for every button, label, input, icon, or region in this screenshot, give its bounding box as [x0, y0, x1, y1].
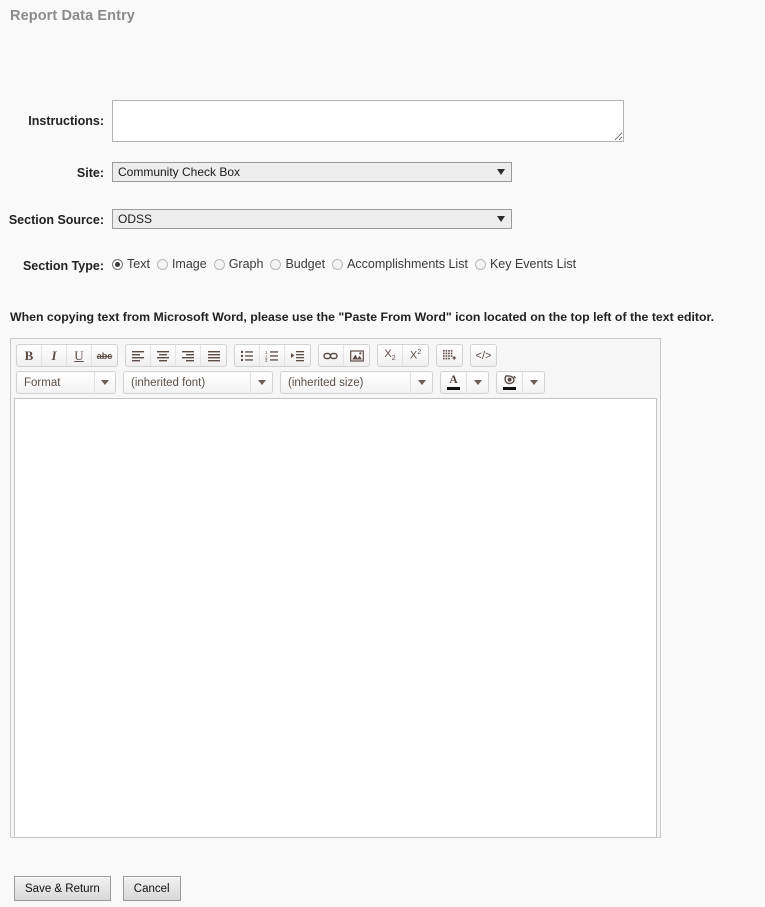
- radio-button-icon[interactable]: [156, 258, 168, 270]
- format-select[interactable]: Format: [16, 371, 116, 394]
- text-color-button[interactable]: A: [440, 371, 489, 394]
- numbered-list-icon[interactable]: 123: [260, 345, 285, 366]
- section-type-option-label: Accomplishments List: [347, 257, 468, 271]
- editor-content-area[interactable]: [14, 398, 657, 838]
- strikethrough-icon[interactable]: abc: [92, 345, 117, 366]
- action-buttons: Save & Return Cancel: [14, 876, 193, 901]
- section-type-option-2[interactable]: Graph: [213, 257, 264, 271]
- align-left-icon[interactable]: [126, 345, 151, 366]
- insert-group: [318, 344, 370, 367]
- editor-toolbar-row-2: Format (inherited font) (inherited size)…: [14, 369, 657, 396]
- chevron-down-icon: [410, 372, 432, 393]
- font-select[interactable]: (inherited font): [123, 371, 273, 394]
- text-style-group: B I U abc: [16, 344, 118, 367]
- image-icon[interactable]: [344, 345, 369, 366]
- report-data-entry-page: Report Data Entry Instructions: Site: Co…: [0, 0, 765, 907]
- section-type-option-label: Image: [171, 257, 207, 271]
- section-source-select[interactable]: ODSS: [112, 209, 512, 229]
- site-select[interactable]: Community Check Box: [112, 162, 512, 182]
- section-type-row: Section Type: Text Image Graph Budget Accomp…: [0, 256, 765, 296]
- underline-icon[interactable]: U: [67, 345, 92, 366]
- background-color-icon: [497, 372, 523, 393]
- section-type-option-label: Graph: [228, 257, 264, 271]
- svg-text:3: 3: [265, 358, 268, 362]
- section-type-radio-group: Text Image Graph Budget Accomplishments List…: [112, 256, 583, 271]
- site-row: Site: Community Check Box: [0, 162, 765, 209]
- section-type-option-label: Budget: [285, 257, 326, 271]
- align-right-icon[interactable]: [176, 345, 201, 366]
- radio-button-icon[interactable]: [270, 258, 282, 270]
- save-and-return-button[interactable]: Save & Return: [14, 876, 111, 901]
- format-select-value: Format: [24, 376, 61, 389]
- chevron-down-icon: [93, 372, 116, 393]
- section-type-option-label: Text: [127, 257, 150, 271]
- form-area: Instructions: Site: Community Check Box …: [0, 100, 765, 296]
- section-type-option-3[interactable]: Budget: [270, 257, 325, 271]
- italic-icon[interactable]: I: [42, 345, 67, 366]
- align-justify-icon[interactable]: [201, 345, 226, 366]
- page-title: Report Data Entry: [10, 8, 135, 24]
- subscript-icon[interactable]: X2: [378, 345, 403, 366]
- indent-icon[interactable]: [285, 345, 310, 366]
- background-color-swatch: [503, 387, 516, 390]
- align-center-icon[interactable]: [151, 345, 176, 366]
- section-type-option-5[interactable]: Key Events List: [474, 257, 577, 271]
- radio-button-icon[interactable]: [112, 258, 123, 270]
- site-select-value: Community Check Box: [118, 165, 241, 179]
- chevron-down-icon[interactable]: [523, 372, 544, 393]
- section-source-row: Section Source: ODSS: [0, 209, 765, 256]
- instructions-label: Instructions:: [28, 114, 104, 128]
- size-select-value: (inherited size): [288, 376, 364, 389]
- paste-from-word-notice: When copying text from Microsoft Word, p…: [10, 310, 714, 324]
- rich-text-editor: B I U abc 1 2 3 X2 X2 </> Format (inheri…: [10, 338, 661, 838]
- section-source-label: Section Source:: [8, 213, 104, 227]
- section-type-option-1[interactable]: Image: [156, 257, 207, 271]
- bold-icon[interactable]: B: [17, 345, 42, 366]
- link-icon[interactable]: [319, 345, 344, 366]
- editor-toolbar: B I U abc 1 2 3 X2 X2 </> Format (inheri…: [14, 342, 657, 396]
- site-label: Site:: [76, 166, 104, 180]
- script-group: X2 X2: [377, 344, 429, 367]
- section-type-option-4[interactable]: Accomplishments List: [332, 257, 468, 271]
- instructions-textarea[interactable]: [112, 100, 624, 142]
- editor-toolbar-row-1: B I U abc 1 2 3 X2 X2 </>: [14, 342, 657, 369]
- instructions-row: Instructions:: [0, 100, 765, 162]
- chevron-down-icon: [497, 169, 505, 175]
- section-type-option-label: Key Events List: [489, 257, 577, 271]
- radio-button-icon[interactable]: [213, 258, 225, 270]
- section-type-label: Section Type:: [22, 259, 104, 273]
- table-icon[interactable]: [437, 345, 462, 366]
- text-color-icon: A: [441, 372, 467, 393]
- chevron-down-icon[interactable]: [467, 372, 488, 393]
- bullet-list-icon[interactable]: [235, 345, 260, 366]
- source-code-icon[interactable]: </>: [471, 345, 496, 366]
- table-group: [436, 344, 463, 367]
- section-source-select-value: ODSS: [118, 212, 153, 226]
- text-color-swatch: [447, 387, 460, 390]
- source-group: </>: [470, 344, 497, 367]
- list-group: 123: [234, 344, 311, 367]
- cancel-button[interactable]: Cancel: [122, 876, 181, 901]
- background-color-button[interactable]: [496, 371, 545, 394]
- radio-button-icon[interactable]: [332, 258, 344, 270]
- size-select[interactable]: (inherited size): [280, 371, 433, 394]
- alignment-group: [125, 344, 227, 367]
- chevron-down-icon: [250, 372, 272, 393]
- section-type-option-0[interactable]: Text: [112, 257, 150, 271]
- superscript-icon[interactable]: X2: [403, 345, 428, 366]
- font-select-value: (inherited font): [131, 376, 206, 389]
- radio-button-icon[interactable]: [474, 258, 486, 270]
- chevron-down-icon: [497, 216, 505, 222]
- text-color-letter: A: [449, 374, 458, 386]
